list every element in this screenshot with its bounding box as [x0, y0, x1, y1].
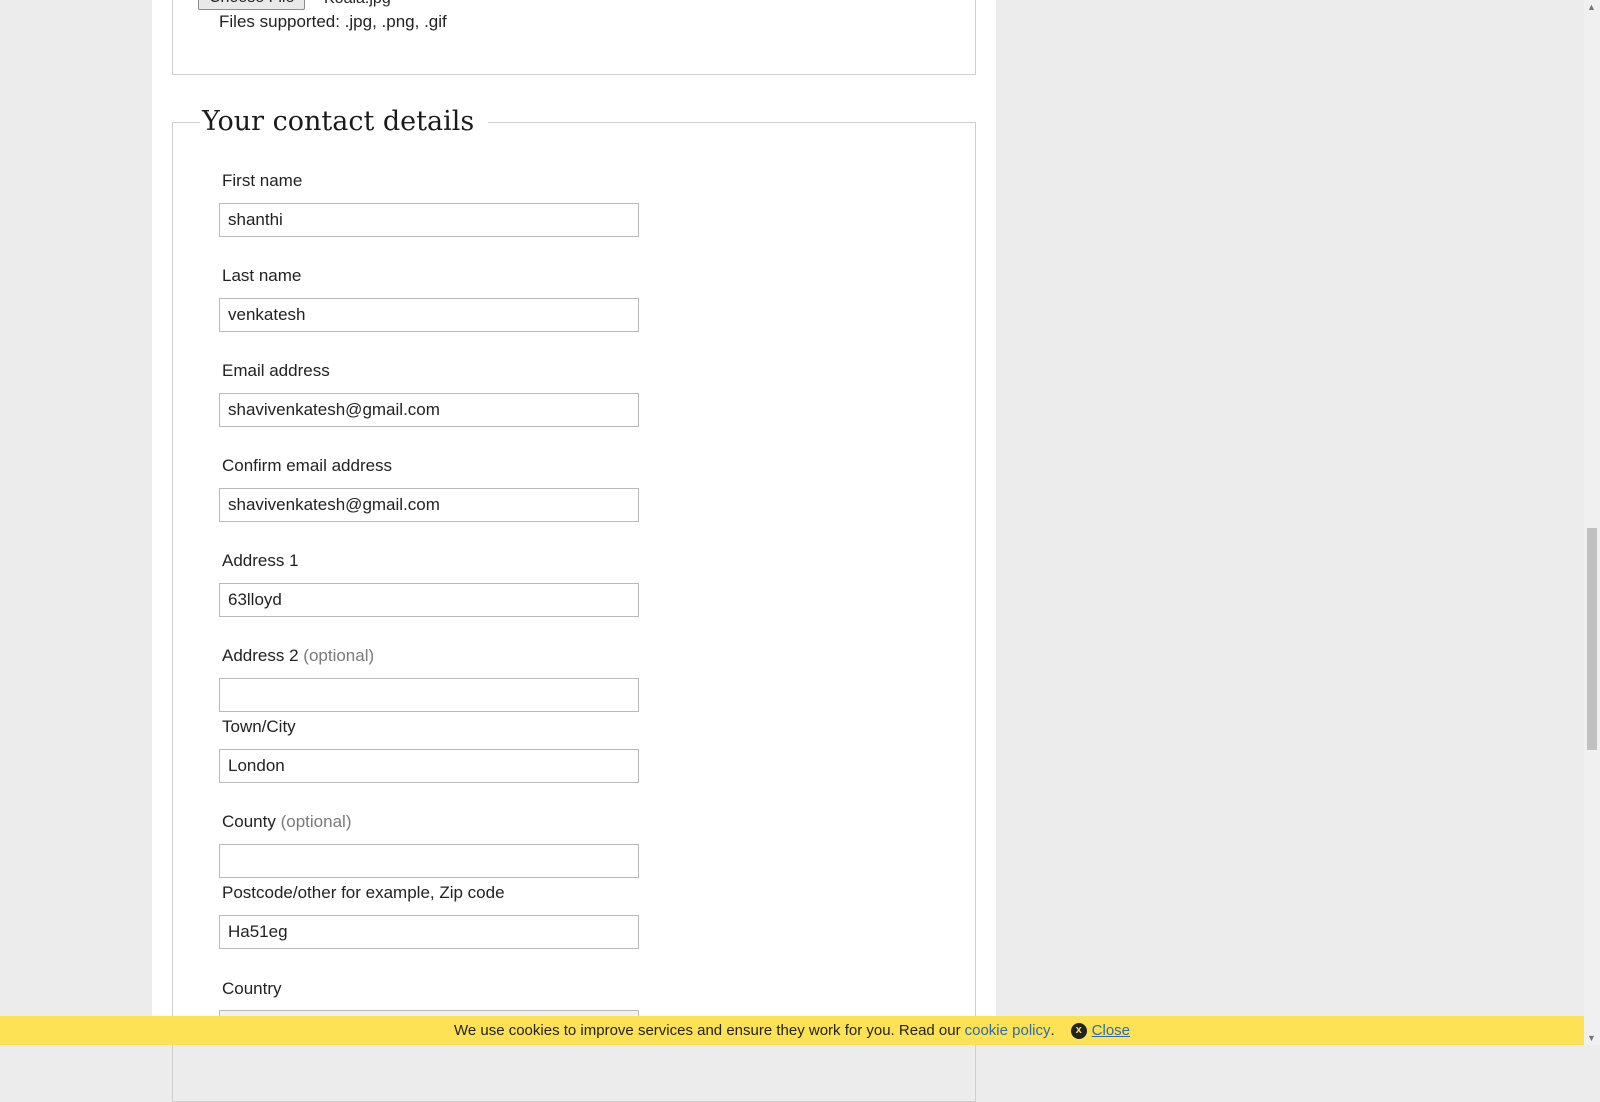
first-name-input[interactable]	[219, 203, 639, 237]
choose-file-button[interactable]: Choose File	[198, 0, 306, 10]
county-label: County (optional)	[222, 811, 351, 833]
address2-input[interactable]	[219, 678, 639, 712]
last-name-label: Last name	[222, 266, 302, 285]
email-input[interactable]	[219, 393, 639, 427]
cookie-close-label[interactable]: Close	[1092, 1022, 1130, 1039]
town-input[interactable]	[219, 749, 639, 783]
scroll-up-arrow-icon[interactable]: ▲	[1587, 2, 1596, 12]
scroll-down-arrow-icon[interactable]: ▼	[1587, 1033, 1596, 1043]
optional-hint: (optional)	[280, 812, 352, 831]
files-supported-text: Files supported: .jpg, .png, .gif	[219, 12, 447, 31]
last-name-input[interactable]	[219, 298, 639, 332]
address1-input[interactable]	[219, 583, 639, 617]
county-input[interactable]	[219, 844, 639, 878]
close-icon[interactable]: x	[1070, 1022, 1087, 1039]
cookie-message: We use cookies to improve services and e…	[453, 1022, 961, 1039]
first-name-label: First name	[222, 171, 303, 190]
country-label: Country	[222, 979, 282, 998]
postcode-label: Postcode/other for example, Zip code	[222, 883, 505, 902]
optional-hint: (optional)	[303, 646, 375, 665]
address2-label: Address 2 (optional)	[222, 645, 374, 667]
address2-label-text: Address 2	[222, 646, 299, 665]
confirm-email-label: Confirm email address	[222, 456, 393, 475]
cookie-close-button[interactable]: x Close	[1070, 1022, 1130, 1039]
scrollbar-thumb[interactable]	[1587, 528, 1597, 750]
contact-details-legend: Your contact details	[200, 102, 489, 142]
cookie-period: .	[1050, 1022, 1055, 1039]
chosen-file-name: Koala.jpg	[324, 0, 391, 8]
cookie-banner: We use cookies to improve services and e…	[0, 1016, 1584, 1045]
vertical-scrollbar[interactable]: ▲ ▼	[1584, 0, 1600, 1045]
address1-label: Address 1	[222, 551, 299, 570]
postcode-input[interactable]	[219, 915, 639, 949]
town-label: Town/City	[222, 717, 296, 736]
cookie-policy-link[interactable]: cookie policy	[965, 1022, 1051, 1039]
county-label-text: County	[222, 812, 276, 831]
email-label: Email address	[222, 361, 330, 380]
confirm-email-input[interactable]	[219, 488, 639, 522]
